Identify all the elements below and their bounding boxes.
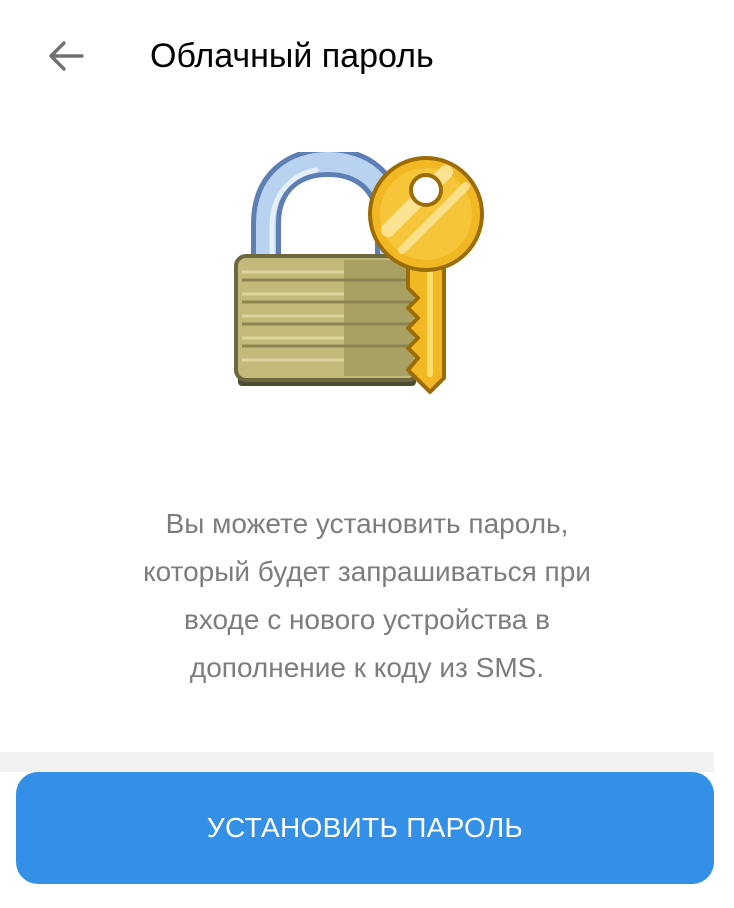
description-line: Вы можете установить пароль,	[165, 508, 569, 539]
arrow-left-icon	[49, 41, 84, 71]
description-line: дополнение к коду из SMS.	[189, 652, 545, 683]
lock-with-key-illustration	[232, 146, 492, 402]
cloud-password-screen: Облачный пароль Вы можете установить пар…	[0, 0, 734, 908]
back-button[interactable]	[34, 24, 98, 88]
section-divider	[0, 752, 714, 772]
description-text: Вы можете установить пароль, который буд…	[60, 500, 674, 692]
page-title: Облачный пароль	[150, 37, 434, 75]
top-bar: Облачный пароль	[0, 0, 734, 112]
lock-with-key-icon	[234, 146, 484, 394]
description-line: входе с нового устройства в	[183, 604, 550, 635]
set-password-button[interactable]: УСТАНОВИТЬ ПАРОЛЬ	[16, 772, 714, 884]
description-line: который будет запрашиваться при	[143, 556, 591, 587]
